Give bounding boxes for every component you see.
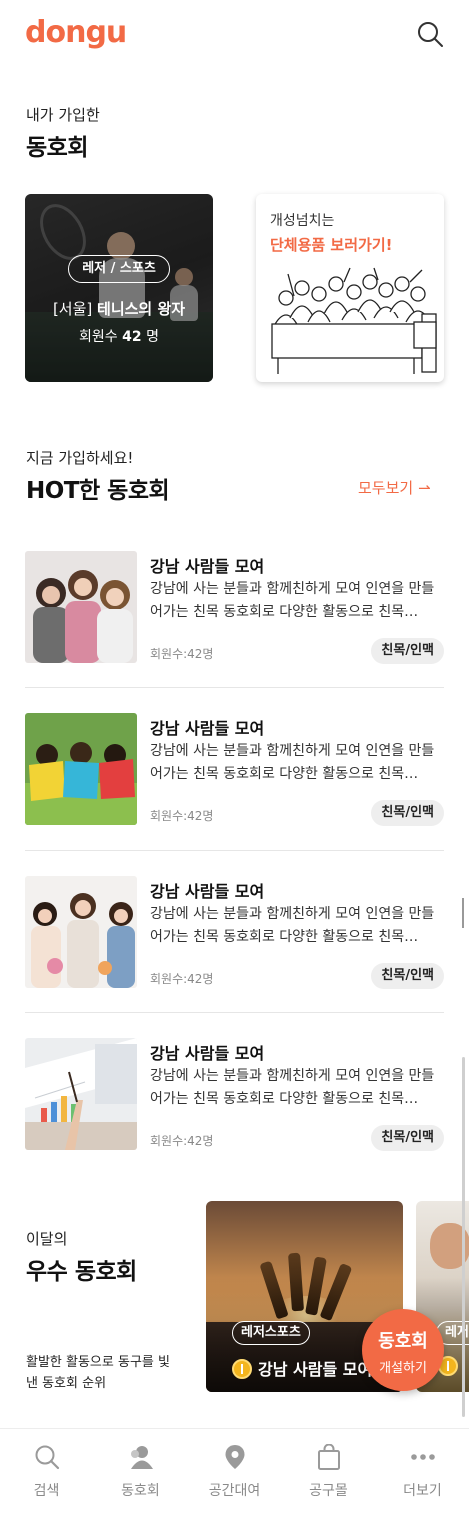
photo-overlay [25, 194, 213, 382]
club-thumbnail [25, 876, 137, 988]
tab-label: 검색 [33, 1483, 60, 1499]
search-icon [35, 1445, 60, 1470]
fab-line1: 동호회 [378, 1331, 428, 1352]
club-region: [서울] [52, 300, 93, 318]
location-pin-icon [225, 1445, 245, 1469]
club-members: 회원수:42명 [150, 809, 214, 823]
best-section-description: 활발한 활동으로 동구를 빛낸 동호회 순위 [26, 1355, 170, 1391]
tab-clubs[interactable]: 동호회 [94, 1429, 187, 1517]
hot-club-item[interactable]: 강남 사람들 모여 강남에 사는 분들과 함께친하게 모여 인연을 만들어가는 … [25, 876, 444, 989]
group-crowd-illustration [271, 267, 437, 374]
club-category-tag: 친목/인맥 [371, 1125, 444, 1151]
scrollbar-thumb[interactable] [462, 898, 464, 928]
bottom-tab-bar: 검색 동호회 공간대여 공구몰 더보기 [0, 1428, 469, 1517]
create-club-button[interactable]: 동호회 개설하기 [362, 1309, 444, 1391]
tab-shop[interactable]: 공구몰 [282, 1429, 375, 1517]
promo-line1: 개성넘치는 [270, 213, 335, 229]
more-dots-icon [411, 1454, 435, 1460]
see-all-link[interactable]: 모두보기 ⇀ [358, 477, 431, 498]
tab-more[interactable]: 더보기 [376, 1429, 469, 1517]
club-members: 회원수:42명 [150, 972, 214, 986]
tab-label: 동호회 [121, 1483, 160, 1499]
club-title: 테니스의 왕자 [97, 300, 186, 318]
section-title: HOT한 동호회 [26, 478, 170, 504]
person-icon [131, 1446, 153, 1469]
section-subtitle: 내가 가입한 [26, 106, 100, 124]
fab-line2: 개설하기 [379, 1361, 427, 1376]
club-thumbnail [25, 713, 137, 825]
club-description: 강남에 사는 분들과 함께친하게 모여 인연을 만들어가는 친목 동호회로 다양… [150, 743, 435, 782]
club-category-tag: 친목/인맥 [371, 963, 444, 989]
club-members: 회원수:42명 [150, 1134, 214, 1148]
club-members: 회원수:42명 [150, 647, 214, 661]
club-title: 강남 사람들 모여 [258, 1360, 373, 1379]
section-title: 동호회 [26, 135, 88, 161]
tab-space-rental[interactable]: 공간대여 [188, 1429, 281, 1517]
club-description: 강남에 사는 분들과 함께친하게 모여 인연을 만들어가는 친목 동호회로 다양… [150, 906, 435, 945]
club-title: 강남 사람들 모여 [150, 1044, 265, 1063]
hot-club-item[interactable]: 강남 사람들 모여 강남에 사는 분들과 함께친하게 모여 인연을 만들어가는 … [25, 551, 444, 664]
club-category-tag: 친목/인맥 [371, 638, 444, 664]
best-section-heading: 이달의 우수 동호회 [26, 1228, 137, 1286]
club-category-badge: 레저스포츠 [232, 1321, 310, 1345]
club-thumbnail [25, 1038, 137, 1150]
divider [25, 1012, 444, 1013]
gold-medal-icon [232, 1359, 252, 1379]
club-title: 강남 사람들 모여 [150, 719, 265, 738]
tab-label: 공구몰 [309, 1483, 348, 1499]
joined-section-heading: 내가 가입한 동호회 [26, 104, 100, 162]
header: dongu [0, 0, 469, 70]
divider [25, 850, 444, 851]
club-title: 강남 사람들 모여 [150, 882, 265, 901]
members-unit: 명 [146, 329, 159, 345]
hot-club-item[interactable]: 강남 사람들 모여 강남에 사는 분들과 함께친하게 모여 인연을 만들어가는 … [25, 1038, 444, 1151]
tab-search[interactable]: 검색 [0, 1429, 93, 1517]
members-label: 회원수 [79, 329, 118, 345]
club-description: 강남에 사는 분들과 함께친하게 모여 인연을 만들어가는 친목 동호회로 다양… [150, 1068, 435, 1107]
hot-section-heading: 지금 가입하세요! HOT한 동호회 [26, 447, 170, 505]
club-member-count: 회원수 42 명 [25, 326, 213, 346]
divider [25, 687, 444, 688]
club-title: 강남 사람들 모여 [150, 557, 265, 576]
section-title: 우수 동호회 [26, 1259, 137, 1285]
club-category-badge: 레저 / 스포츠 [68, 255, 170, 283]
promo-line2: 단체용품 보러가기! [270, 236, 393, 254]
club-name: 강남 사람들 모여 [232, 1356, 372, 1380]
club-category-tag: 친목/인맥 [371, 800, 444, 826]
members-count: 42 [122, 329, 142, 345]
logo[interactable]: dongu [25, 15, 127, 50]
search-icon[interactable] [416, 20, 444, 48]
section-subtitle: 이달의 [26, 1230, 68, 1248]
joined-club-card[interactable]: 레저 / 스포츠 [서울] 테니스의 왕자 회원수 42 명 [25, 194, 213, 382]
scrollbar-track[interactable] [462, 1057, 465, 1417]
club-description: 강남에 사는 분들과 함께친하게 모여 인연을 만들어가는 친목 동호회로 다양… [150, 581, 435, 620]
tab-label: 더보기 [403, 1483, 442, 1499]
club-name: [서울] 테니스의 왕자 [25, 298, 213, 319]
tab-label: 공간대여 [208, 1483, 261, 1499]
section-subtitle: 지금 가입하세요! [26, 449, 134, 467]
hot-club-item[interactable]: 강남 사람들 모여 강남에 사는 분들과 함께친하게 모여 인연을 만들어가는 … [25, 713, 444, 826]
goods-promo-card[interactable]: 개성넘치는 단체용품 보러가기! [256, 194, 444, 382]
club-thumbnail [25, 551, 137, 663]
shopping-bag-icon [318, 1444, 340, 1470]
